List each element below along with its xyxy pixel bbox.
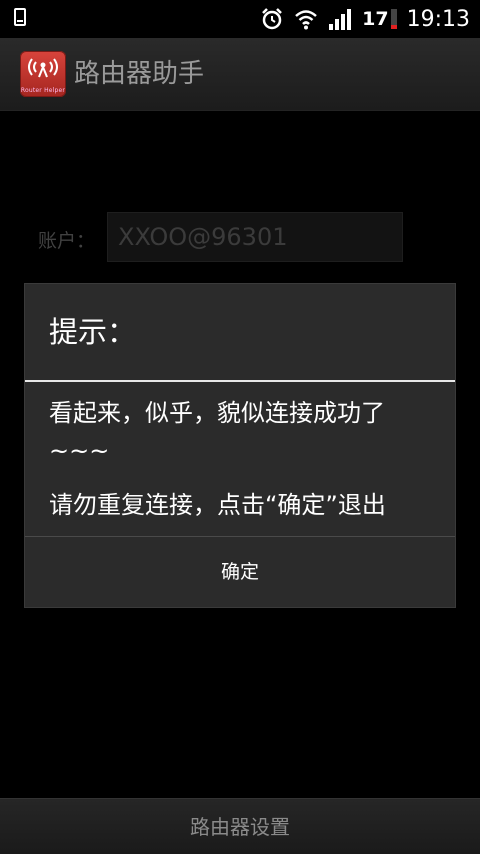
router-settings-button[interactable]: 路由器设置 — [0, 798, 480, 854]
alarm-clock-icon — [260, 7, 284, 31]
dialog-message-line: 请勿重复连接，点击“确定”退出 — [49, 491, 386, 519]
signal-icon — [328, 8, 352, 30]
ok-button[interactable]: 确定 — [25, 537, 455, 607]
dialog-message-line: 看起来，似乎，貌似连接成功了 — [49, 399, 385, 427]
status-bar: 17 19:13 — [0, 0, 480, 38]
action-bar: Router Helper 路由器助手 — [0, 38, 480, 111]
wifi-icon — [294, 8, 318, 30]
alert-dialog: 提示： 看起来，似乎，貌似连接成功了 ~~~ 请勿重复连接，点击“确定”退出 确… — [24, 283, 456, 608]
app-icon-caption: Router Helper — [20, 87, 66, 94]
dialog-message-line: ~~~ — [49, 437, 110, 465]
app-title: 路由器助手 — [74, 59, 205, 89]
status-icons: 17 19:13 — [260, 0, 470, 38]
dialog-message-gap — [49, 470, 439, 486]
clock-time: 19:13 — [406, 6, 470, 32]
dialog-title-divider — [25, 380, 455, 382]
battery-icon — [390, 9, 397, 29]
router-app-icon[interactable]: Router Helper — [20, 51, 66, 97]
dialog-message: 看起来，似乎，貌似连接成功了 ~~~ 请勿重复连接，点击“确定”退出 — [49, 394, 439, 524]
battery-level-text: 17 — [362, 8, 389, 30]
screen: 17 19:13 Router Helper 路由器助手 账户： XXOO@96… — [0, 0, 480, 854]
dialog-title: 提示： — [49, 315, 137, 349]
phone-storage-icon — [14, 8, 26, 26]
